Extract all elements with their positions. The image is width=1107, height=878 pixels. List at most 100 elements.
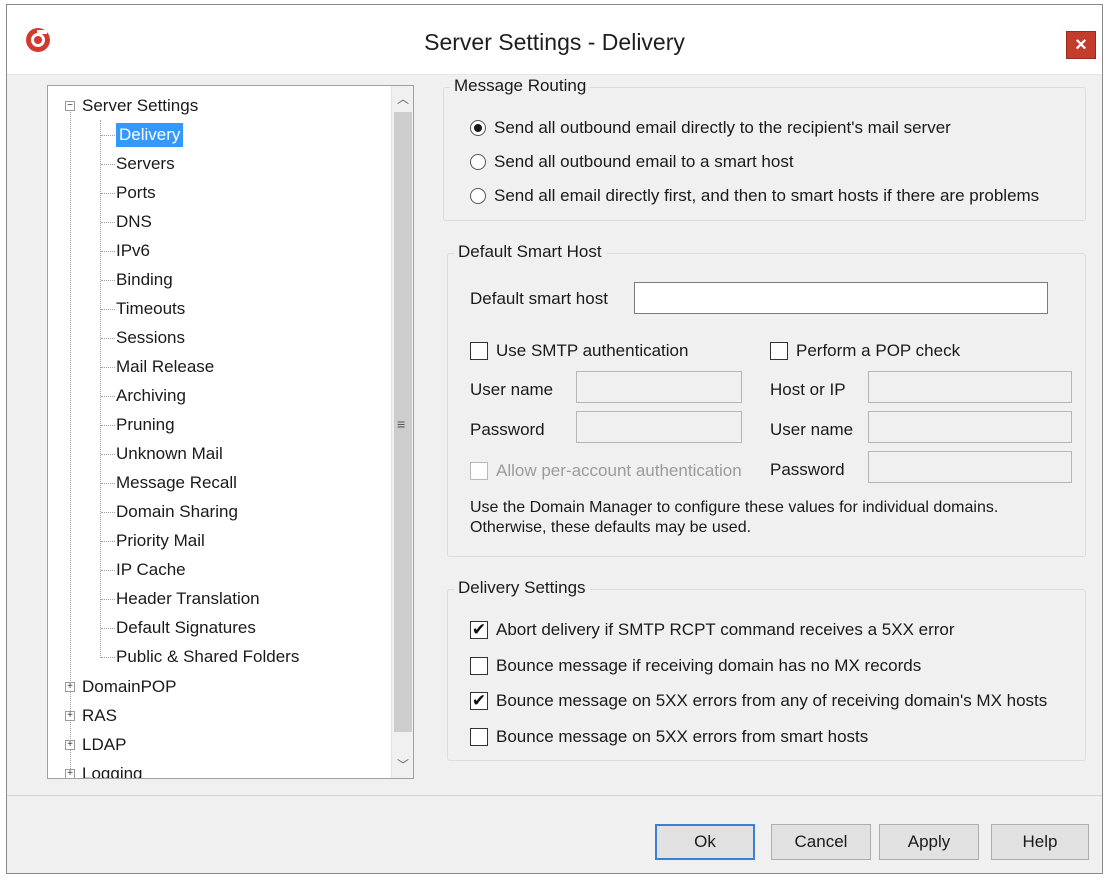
default-smart-host-group: Default Smart Host Default smart host Us… [447,242,1086,557]
tree-item-servers[interactable]: Servers [116,151,175,177]
smtp-password-input[interactable] [576,411,742,443]
pop-host-ip-input[interactable] [868,371,1072,403]
cancel-button[interactable]: Cancel [771,824,871,860]
settings-tree[interactable]: − Server Settings Delivery Servers Ports DN… [47,85,414,779]
radio-indicator[interactable] [470,154,486,170]
tree-item-timeouts[interactable]: Timeouts [116,296,185,322]
tree-item-pruning[interactable]: Pruning [116,412,175,438]
checkbox-label: Bounce message if receiving domain has n… [496,656,922,675]
radio-label: Send all outbound email directly to the … [494,118,951,137]
note-line-1: Use the Domain Manager to configure thes… [470,499,999,516]
tree-item-dns[interactable]: DNS [116,209,152,235]
close-button[interactable]: × [1066,31,1096,59]
tree-item-ports[interactable]: Ports [116,180,156,206]
checkbox-label: Perform a POP check [796,341,961,360]
apply-button[interactable]: Apply [879,824,979,860]
checkbox-indicator[interactable] [770,342,788,360]
smtp-user-name-input[interactable] [576,371,742,403]
checkbox-label: Bounce message on 5XX errors from smart … [496,727,869,746]
routing-direct-radio[interactable]: Send all outbound email directly to the … [470,118,951,138]
checkbox-indicator[interactable] [470,462,488,480]
tree-item-header-translation[interactable]: Header Translation [116,586,260,612]
tree-item-label: Domain Sharing [116,502,238,521]
tree-item-label: Mail Release [116,357,215,376]
tree-item-delivery[interactable]: Delivery [116,122,184,148]
tree-item-domain-sharing[interactable]: Domain Sharing [116,499,238,525]
tree-item-message-recall[interactable]: Message Recall [116,470,237,496]
ok-button[interactable]: Ok [655,824,755,860]
tree-item-public-shared-folders[interactable]: Public & Shared Folders [116,644,299,670]
tree-item-domainpop[interactable]: DomainPOP [82,674,176,700]
tree-item-label: DomainPOP [82,677,177,696]
tree-item-label: Logging [82,764,143,779]
per-account-auth-checkbox[interactable]: Allow per-account authentication [470,461,742,481]
checkbox-indicator[interactable] [470,728,488,746]
tree-item-label: Timeouts [116,299,186,318]
message-routing-title: Message Routing [450,76,591,96]
tree-item-unknown-mail[interactable]: Unknown Mail [116,441,223,467]
checkbox-indicator[interactable] [470,342,488,360]
footer-divider [7,795,1102,796]
radio-indicator[interactable] [470,120,486,136]
bounce-mx-5xx-checkbox[interactable]: ✔ Bounce message on 5XX errors from any … [470,691,1047,711]
collapse-icon[interactable]: − [65,101,75,111]
tree-item-sessions[interactable]: Sessions [116,325,185,351]
tree-scrollbar[interactable]: ︿ ≡ ﹀ [391,86,413,778]
expand-icon[interactable]: + [65,740,75,750]
tree-item-ipv6[interactable]: IPv6 [116,238,150,264]
expand-icon[interactable]: + [65,769,75,778]
abort-5xx-checkbox[interactable]: ✔ Abort delivery if SMTP RCPT command re… [470,620,955,640]
routing-smart-host-radio[interactable]: Send all outbound email to a smart host [470,152,794,172]
pop-host-ip-label: Host or IP [770,380,846,399]
pop-check-checkbox[interactable]: Perform a POP check [770,341,960,361]
tree-item-mail-release[interactable]: Mail Release [116,354,214,380]
routing-direct-then-smart-radio[interactable]: Send all email directly first, and then … [470,186,1039,206]
tree-item-label: Server Settings [82,96,199,115]
help-button[interactable]: Help [991,824,1089,860]
expand-icon[interactable]: + [65,682,75,692]
tree-item-ldap[interactable]: LDAP [82,732,126,758]
scroll-up-icon[interactable]: ︿ [392,88,413,110]
checkbox-label: Bounce message on 5XX errors from any of… [496,691,1048,710]
default-smart-host-field[interactable] [635,283,1047,313]
expand-icon[interactable]: + [65,711,75,721]
tree-item-label: DNS [116,212,152,231]
pop-password-label: Password [770,460,845,479]
bounce-smart-host-5xx-checkbox[interactable]: Bounce message on 5XX errors from smart … [470,727,868,747]
checkbox-indicator[interactable]: ✔ [470,621,488,639]
grip-icon: ≡ [397,416,406,432]
default-smart-host-input[interactable] [634,282,1048,314]
title-bar: Server Settings - Delivery × [7,5,1102,75]
tree-item-server-settings[interactable]: Server Settings [82,93,198,119]
scroll-down-icon[interactable]: ﹀ [392,754,413,776]
server-settings-window: Server Settings - Delivery × − Server Se… [6,4,1103,874]
tree-item-priority-mail[interactable]: Priority Mail [116,528,205,554]
tree-item-default-signatures[interactable]: Default Signatures [116,615,256,641]
tree-item-binding[interactable]: Binding [116,267,173,293]
tree-item-label: Delivery [116,123,184,147]
checkbox-indicator[interactable] [470,657,488,675]
tree-item-label: Default Signatures [116,618,256,637]
tree-item-label: Public & Shared Folders [116,647,300,666]
domain-manager-note: Use the Domain Manager to configure thes… [470,498,998,538]
note-line-2: Otherwise, these defaults may be used. [470,519,752,536]
checkbox-label: Abort delivery if SMTP RCPT command rece… [496,620,955,639]
tree-item-archiving[interactable]: Archiving [116,383,186,409]
smtp-user-name-label: User name [470,380,554,399]
pop-password-input[interactable] [868,451,1072,483]
tree-item-label: Pruning [116,415,175,434]
pop-user-name-input[interactable] [868,411,1072,443]
tree-item-label: Ports [116,183,156,202]
bounce-no-mx-checkbox[interactable]: Bounce message if receiving domain has n… [470,656,921,676]
tree-item-ip-cache[interactable]: IP Cache [116,557,186,583]
default-smart-host-label: Default smart host [470,289,608,308]
checkbox-indicator[interactable]: ✔ [470,692,488,710]
message-routing-group: Message Routing Send all outbound email … [443,76,1086,221]
delivery-settings-group: Delivery Settings ✔ Abort delivery if SM… [447,578,1086,761]
tree-item-ras[interactable]: RAS [82,703,117,729]
tree-item-label: Binding [116,270,173,289]
smtp-auth-checkbox[interactable]: Use SMTP authentication [470,341,688,361]
radio-indicator[interactable] [470,188,486,204]
tree-item-label: Priority Mail [116,531,205,550]
tree-item-logging[interactable]: Logging [82,761,143,779]
